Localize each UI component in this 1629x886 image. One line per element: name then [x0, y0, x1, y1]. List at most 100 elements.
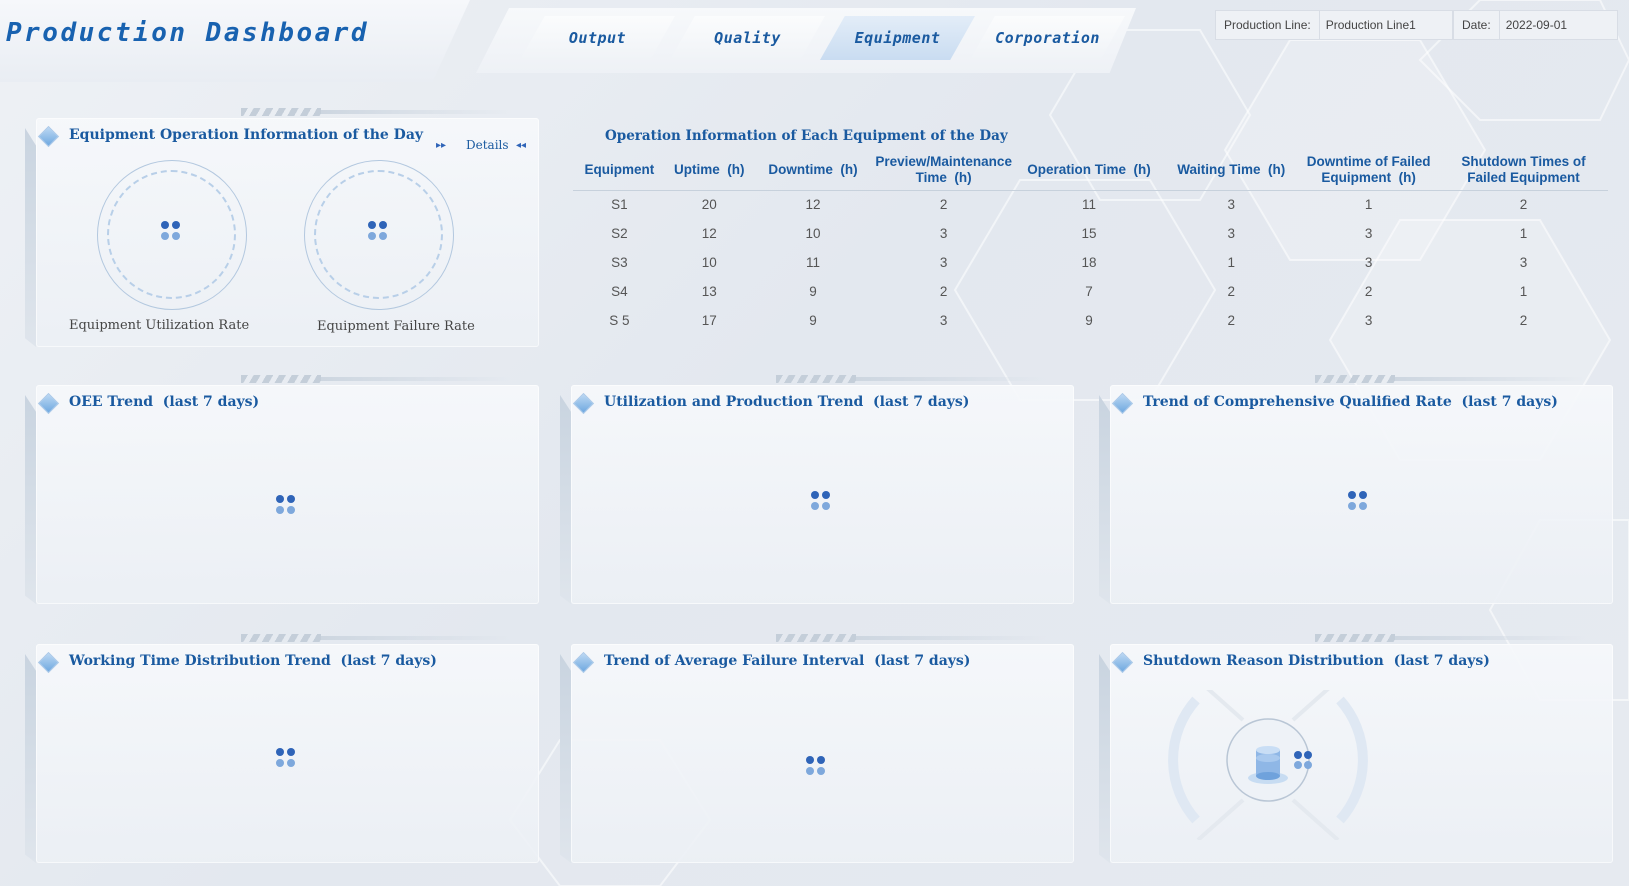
- double-arrow-left-icon[interactable]: ◂◂: [516, 140, 526, 151]
- database-icon: [1168, 690, 1368, 840]
- date-filter: Date: 2022-09-01: [1453, 10, 1618, 40]
- equipment-table: Equipment Uptime (h) Downtime (h) Previe…: [573, 150, 1608, 335]
- details-link[interactable]: Details: [466, 138, 509, 152]
- table-cell: 1: [1364, 197, 1373, 213]
- header: Production Dashboard Output Quality Equi…: [0, 0, 1629, 86]
- table-cell: 2: [1227, 313, 1235, 328]
- table-row: S2 12 10 3 15 3 3 1: [573, 219, 1608, 248]
- table-cell: 10: [805, 226, 821, 241]
- panel-title: Working Time Distribution Trend (last 7 …: [69, 653, 437, 669]
- panel-decoration: [241, 108, 321, 116]
- page-title: Production Dashboard: [6, 18, 370, 48]
- table-cell: S4: [611, 284, 628, 299]
- table-row: S3 10 11 3 18 1 3 3: [573, 248, 1608, 277]
- table-cell: S2: [611, 226, 628, 241]
- panel-title: Trend of Average Failure Interval (last …: [604, 653, 971, 669]
- table-cell: 3: [939, 313, 948, 328]
- table-cell: 1: [1519, 226, 1528, 241]
- diamond-icon: [572, 392, 595, 415]
- column-header: Operation Time (h): [1013, 150, 1165, 191]
- panel-title: Trend of Comprehensive Qualified Rate (l…: [1143, 394, 1558, 410]
- double-arrow-right-icon[interactable]: ▸▸: [436, 140, 446, 151]
- table-row: S1 20 12 2 11 3 1 2: [573, 190, 1608, 219]
- table-cell: 1: [1519, 284, 1528, 299]
- table-cell: 17: [701, 313, 717, 328]
- column-header: Downtime of Failed Equipment (h): [1298, 150, 1439, 191]
- table-cell: 2: [1519, 313, 1528, 328]
- table-cell: 9: [1085, 313, 1093, 328]
- panel-decoration-line: [856, 636, 1046, 640]
- production-line-select[interactable]: Production Line1: [1320, 11, 1422, 39]
- diamond-icon: [37, 392, 60, 415]
- table-cell: 3: [1227, 226, 1235, 241]
- column-header: Preview/Maintenance Time (h): [873, 150, 1014, 191]
- failure-rate-label: Equipment Failure Rate: [317, 319, 475, 334]
- table-cell: 2: [939, 197, 948, 213]
- panel-decoration-line: [321, 377, 511, 381]
- panel-decoration: [776, 375, 856, 383]
- table-cell: 3: [939, 226, 948, 241]
- loading-dots-icon: [806, 756, 828, 778]
- qualified-rate-trend-panel: Trend of Comprehensive Qualified Rate (l…: [1110, 375, 1613, 604]
- failure-rate-gauge: [304, 160, 454, 310]
- table-row: S4 13 9 2 7 2 2 1: [573, 277, 1608, 306]
- tab-corporation[interactable]: Corporation: [970, 16, 1125, 60]
- panel-decoration: [1315, 634, 1395, 642]
- loading-dots-icon: [276, 495, 298, 517]
- table-cell: 12: [701, 226, 717, 241]
- panel-decoration: [241, 634, 321, 642]
- date-picker[interactable]: 2022-09-01: [1500, 11, 1573, 39]
- oee-trend-panel: OEE Trend (last 7 days): [36, 375, 539, 604]
- diamond-icon: [572, 651, 595, 674]
- table-cell: 2: [1364, 284, 1373, 299]
- diamond-icon: [37, 651, 60, 674]
- table-cell: S1: [611, 197, 628, 213]
- loading-dots-icon: [368, 221, 390, 243]
- utilization-rate-gauge: [97, 160, 247, 310]
- loading-dots-icon: [1348, 491, 1370, 513]
- utilization-rate-label: Equipment Utilization Rate: [69, 318, 250, 333]
- panel-decoration-line: [1395, 636, 1585, 640]
- panel-decoration: [1315, 375, 1395, 383]
- failure-interval-trend-panel: Trend of Average Failure Interval (last …: [571, 634, 1074, 863]
- table-cell: 15: [1081, 226, 1097, 241]
- table-cell: 3: [1364, 226, 1373, 241]
- utilization-trend-panel: Utilization and Production Trend (last 7…: [571, 375, 1074, 604]
- table-cell: 2: [939, 284, 948, 299]
- panel-decoration: [776, 634, 856, 642]
- diamond-icon: [1111, 651, 1134, 674]
- tab-quality[interactable]: Quality: [670, 16, 825, 60]
- table-cell: 11: [806, 255, 821, 270]
- table-cell: 11: [1082, 197, 1097, 213]
- table-cell: 3: [1364, 313, 1373, 328]
- column-header: Shutdown Times of Failed Equipment: [1438, 150, 1608, 191]
- tab-output[interactable]: Output: [520, 16, 675, 60]
- tab-equipment[interactable]: Equipment: [820, 16, 975, 60]
- table-header-row: Equipment Uptime (h) Downtime (h) Previe…: [573, 150, 1608, 191]
- panel-title: Equipment Operation Information of the D…: [69, 127, 424, 143]
- panel-title: Shutdown Reason Distribution (last 7 day…: [1143, 653, 1490, 669]
- panel-decoration-line: [856, 377, 1046, 381]
- table-cell: 10: [701, 255, 717, 270]
- table-cell: 20: [701, 197, 717, 213]
- diamond-icon: [1111, 392, 1134, 415]
- table-cell: 3: [1519, 255, 1528, 270]
- table-cell: 2: [1519, 197, 1528, 213]
- column-header: Waiting Time (h): [1164, 150, 1299, 191]
- table-row: S 5 17 9 3 9 2 3 2: [573, 306, 1608, 335]
- table-cell: 3: [1364, 255, 1373, 270]
- working-time-trend-panel: Working Time Distribution Trend (last 7 …: [36, 634, 539, 863]
- table-cell: 7: [1085, 284, 1093, 299]
- column-header: Equipment: [573, 150, 666, 191]
- table-cell: 9: [809, 313, 817, 328]
- diamond-icon: [37, 125, 60, 148]
- table-cell: 12: [805, 197, 821, 213]
- column-header: Downtime (h): [752, 150, 874, 191]
- table-cell: 3: [1227, 197, 1235, 213]
- table-cell: S3: [611, 255, 628, 270]
- operation-info-panel: Equipment Operation Information of the D…: [36, 108, 539, 347]
- table-cell: 18: [1081, 255, 1097, 270]
- panel-title: OEE Trend (last 7 days): [69, 394, 260, 410]
- panel-decoration-line: [321, 110, 511, 114]
- date-label: Date:: [1454, 11, 1500, 39]
